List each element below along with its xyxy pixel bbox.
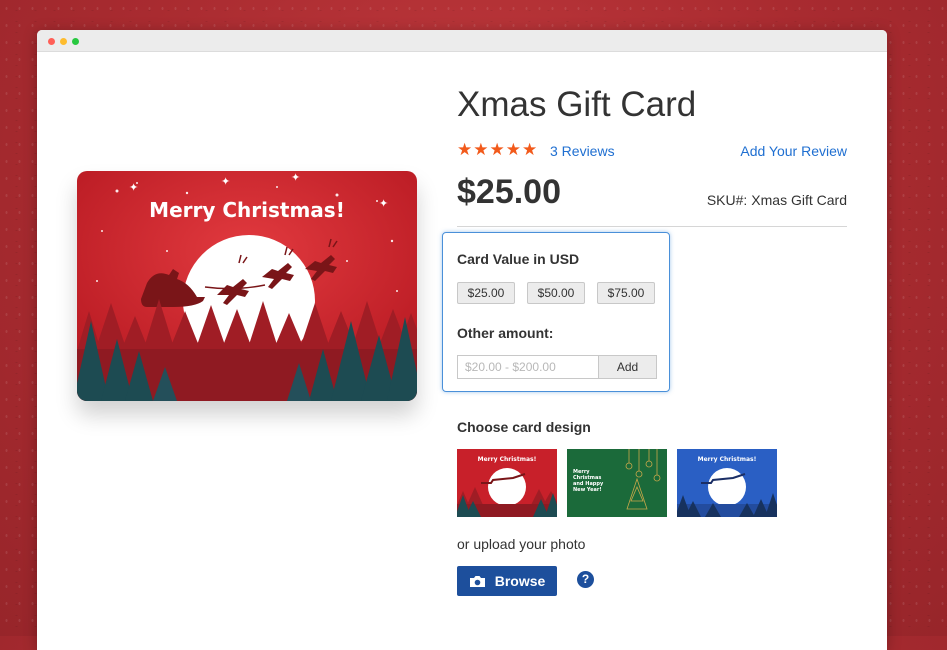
sku-label: SKU#: — [706, 192, 748, 208]
product-price: $25.00 — [457, 173, 561, 211]
design-thumb-green[interactable]: Merry Christmas and Happy New Year! — [567, 449, 667, 517]
sku-info: SKU#: Xmas Gift Card — [707, 192, 847, 208]
sku-value: Xmas Gift Card — [751, 192, 847, 208]
thumb-blue-text: Merry Christmas! — [698, 456, 757, 463]
choose-design-label: Choose card design — [457, 419, 591, 435]
amount-button-75[interactable]: $75.00 — [597, 282, 655, 304]
browse-label: Browse — [494, 573, 546, 589]
hero-greeting: Merry Christmas! — [149, 198, 345, 222]
maximize-dot-icon[interactable] — [72, 38, 79, 45]
minimize-dot-icon[interactable] — [60, 38, 67, 45]
svg-text:✦: ✦ — [291, 172, 300, 184]
add-review-link[interactable]: Add Your Review — [740, 143, 847, 159]
upload-photo-label: or upload your photo — [457, 536, 586, 552]
camera-icon — [469, 575, 486, 588]
help-icon[interactable]: ? — [577, 571, 594, 588]
browse-button[interactable]: Browse — [457, 566, 557, 596]
svg-text:✦: ✦ — [221, 176, 230, 188]
rating-stars-icon: ★★★★★ — [457, 140, 539, 159]
window-titlebar — [37, 30, 887, 52]
divider — [457, 226, 847, 227]
product-title: Xmas Gift Card — [457, 85, 697, 124]
gift-card-illustration: ✦ ✦ ✦ ✦ Merry Christmas! — [77, 171, 417, 401]
amount-button-25[interactable]: $25.00 — [457, 282, 515, 304]
browser-window: ✦ ✦ ✦ ✦ Merry Christmas! Xmas Gift Card … — [37, 30, 887, 650]
thumb-red-text: Merry Christmas! — [478, 456, 537, 463]
card-value-panel: Card Value in USD $25.00 $50.00 $75.00 O… — [442, 232, 670, 392]
other-amount-label: Other amount: — [457, 325, 554, 341]
reviews-link[interactable]: 3 Reviews — [550, 143, 615, 159]
card-value-label: Card Value in USD — [457, 251, 580, 267]
product-image: ✦ ✦ ✦ ✦ Merry Christmas! — [77, 171, 417, 401]
svg-text:✦: ✦ — [129, 182, 138, 194]
design-thumb-blue[interactable]: Merry Christmas! — [677, 449, 777, 517]
close-dot-icon[interactable] — [48, 38, 55, 45]
thumb-green-text: Merry Christmas and Happy New Year! — [573, 469, 604, 493]
add-amount-button[interactable]: Add — [598, 355, 657, 379]
design-thumb-red[interactable]: Merry Christmas! — [457, 449, 557, 517]
other-amount-input[interactable] — [457, 355, 598, 379]
amount-button-50[interactable]: $50.00 — [527, 282, 585, 304]
svg-text:✦: ✦ — [379, 198, 388, 210]
